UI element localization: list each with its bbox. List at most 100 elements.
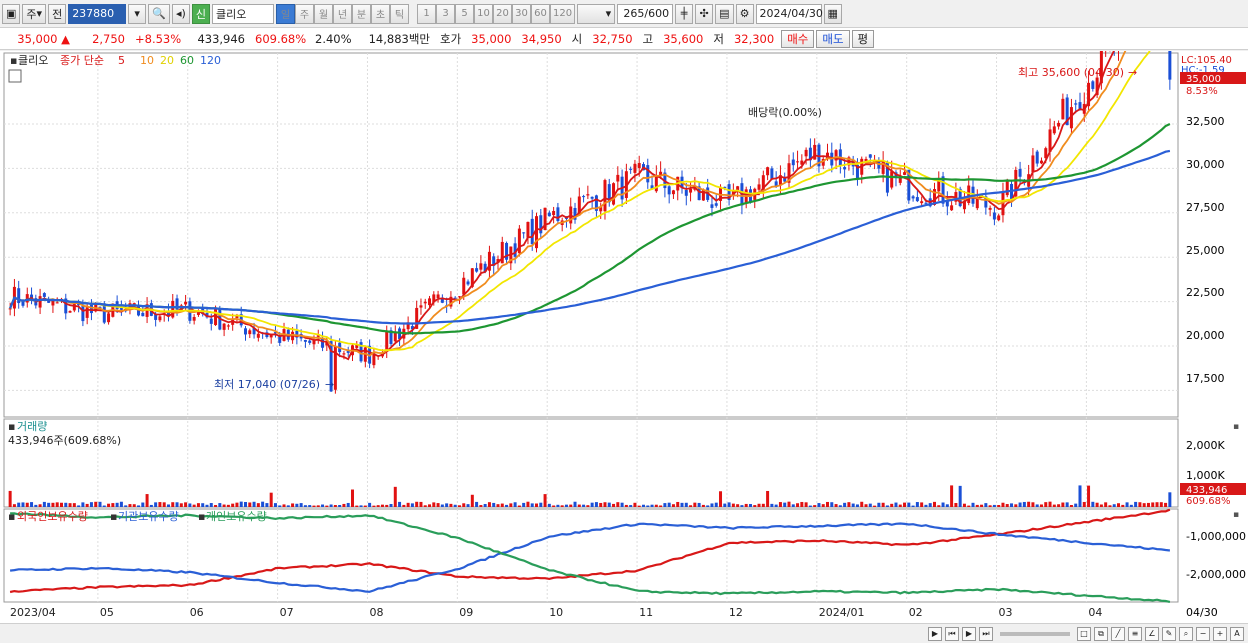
candle-body: [141, 312, 145, 317]
period-tab-0[interactable]: 일: [276, 3, 296, 24]
candle-body: [667, 186, 671, 195]
candle-body: [222, 323, 226, 330]
candle-body: [1031, 155, 1035, 173]
date-input[interactable]: 2024/04/30: [755, 3, 823, 24]
evaluate-button[interactable]: 평: [851, 29, 875, 48]
stock-name-input[interactable]: 클리오: [212, 3, 275, 24]
volume-bar: [911, 505, 915, 507]
volume-bar: [992, 504, 996, 507]
dividend-annotation: 배당락(0.00%): [748, 106, 822, 119]
crosshair-icon[interactable]: ✣: [695, 3, 714, 24]
volume-bar: [967, 505, 971, 507]
volume-bar: [577, 504, 581, 507]
holding-close-icon[interactable]: ▪: [1233, 510, 1239, 520]
scroll-right-icon[interactable]: ▶: [928, 626, 942, 641]
interval-button-2[interactable]: 5: [455, 3, 475, 24]
tool-text-icon[interactable]: ✎: [1162, 626, 1176, 641]
candle-body: [184, 301, 188, 305]
volume-bar: [1031, 502, 1035, 507]
speaker-icon[interactable]: ◂): [171, 3, 190, 24]
volume-bar: [239, 501, 243, 507]
candle-body: [342, 353, 346, 355]
volume-close-icon[interactable]: ▪: [1233, 422, 1239, 432]
play-icon[interactable]: ▶: [962, 626, 976, 641]
price-tick: 20,000: [1186, 329, 1225, 342]
volume-bar: [740, 505, 744, 507]
layout-icon[interactable]: ▣: [2, 3, 21, 24]
tool-box-icon[interactable]: □: [1077, 626, 1091, 641]
candle-body: [992, 212, 996, 220]
volume-bar: [766, 490, 770, 507]
period-tab-5[interactable]: 초: [371, 3, 391, 24]
candle-body: [530, 218, 534, 245]
interval-button-7[interactable]: 120: [550, 3, 576, 24]
interval-button-1[interactable]: 3: [436, 3, 456, 24]
search-icon[interactable]: 🔍: [148, 3, 170, 24]
font-size-icon[interactable]: A: [1230, 626, 1244, 641]
volume-bar: [1087, 485, 1091, 507]
volume-bar: [184, 502, 188, 507]
zoom-slider[interactable]: [1000, 631, 1070, 636]
interval-button-4[interactable]: 20: [493, 3, 513, 24]
period-tab-4[interactable]: 분: [352, 3, 372, 24]
volume-bar: [1091, 501, 1095, 507]
price-axis-ticks: 32,500 30,000 27,500 25,000 22,500 20,00…: [1186, 115, 1225, 385]
candle-icon[interactable]: ╪: [675, 3, 694, 24]
period-tab-1[interactable]: 주: [295, 3, 315, 24]
zoom-icon[interactable]: ⌕: [1179, 626, 1193, 641]
volume-bar: [158, 502, 162, 507]
volume-bar: [380, 504, 384, 507]
x-tick-label: 04: [1088, 606, 1102, 619]
candle-body: [522, 232, 526, 234]
volume-bar: [637, 505, 641, 507]
tool-line-icon[interactable]: ╱: [1111, 626, 1125, 641]
interval-button-6[interactable]: 60: [531, 3, 551, 24]
zoom-out-icon[interactable]: −: [1196, 626, 1210, 641]
interval-dropdown[interactable]: ▾: [577, 3, 616, 24]
stock-chart[interactable]: ▪ 클리오 종가 단순 5 10 20 60 120 최고 35,600 (04…: [0, 0, 1248, 623]
calendar-icon[interactable]: ▦: [823, 3, 842, 24]
tool-channel-icon[interactable]: ∠: [1145, 626, 1159, 641]
tool-fib-icon[interactable]: ≡: [1128, 626, 1142, 641]
table-toggle-icon[interactable]: [8, 69, 22, 83]
volume-bar: [445, 503, 449, 507]
period-tab-2[interactable]: 월: [314, 3, 334, 24]
holding-marker-icon: ▪: [198, 510, 205, 523]
prev-button[interactable]: 전: [48, 3, 67, 24]
legend-ma120: 120: [200, 54, 221, 67]
code-dropdown-icon[interactable]: ▾: [128, 3, 147, 24]
volume-bar: [522, 502, 526, 507]
scroll-first-icon[interactable]: ⏮: [945, 626, 959, 641]
period-tab-6[interactable]: 틱: [390, 3, 410, 24]
sell-button[interactable]: 매도: [816, 29, 850, 48]
interval-button-0[interactable]: 1: [417, 3, 437, 24]
type-select[interactable]: 주 ▾: [22, 3, 47, 24]
volume-bar: [564, 504, 568, 507]
save-icon[interactable]: ▤: [715, 3, 734, 24]
volume-bar: [881, 502, 885, 507]
buy-button[interactable]: 매수: [781, 29, 815, 48]
chart-area[interactable]: ▪ 클리오 종가 단순 5 10 20 60 120 최고 35,600 (04…: [0, 0, 1248, 623]
tool-copy-icon[interactable]: ⧉: [1094, 626, 1108, 641]
candle-body: [419, 305, 423, 308]
zoom-in-icon[interactable]: +: [1213, 626, 1227, 641]
volume-bar: [111, 503, 115, 507]
volume-bar: [1129, 504, 1133, 507]
candle-body: [791, 159, 795, 166]
volume-bar: [428, 504, 432, 507]
volume-bar: [398, 501, 402, 507]
volume-bar: [350, 489, 354, 507]
scroll-last-icon[interactable]: ⏭: [979, 626, 993, 641]
period-tab-3[interactable]: 년: [333, 3, 353, 24]
volume-bar: [1108, 505, 1112, 507]
stock-code-input[interactable]: 237880: [68, 3, 127, 24]
interval-button-5[interactable]: 30: [512, 3, 532, 24]
gear-icon[interactable]: ⚙: [735, 3, 754, 24]
volume-bar: [954, 503, 958, 507]
candle-body: [1039, 160, 1043, 164]
candle-body: [226, 325, 230, 327]
count-input[interactable]: 265/600: [617, 3, 674, 24]
legend-ma5: 5: [118, 54, 125, 67]
interval-button-3[interactable]: 10: [474, 3, 494, 24]
volume-bar: [372, 505, 376, 507]
